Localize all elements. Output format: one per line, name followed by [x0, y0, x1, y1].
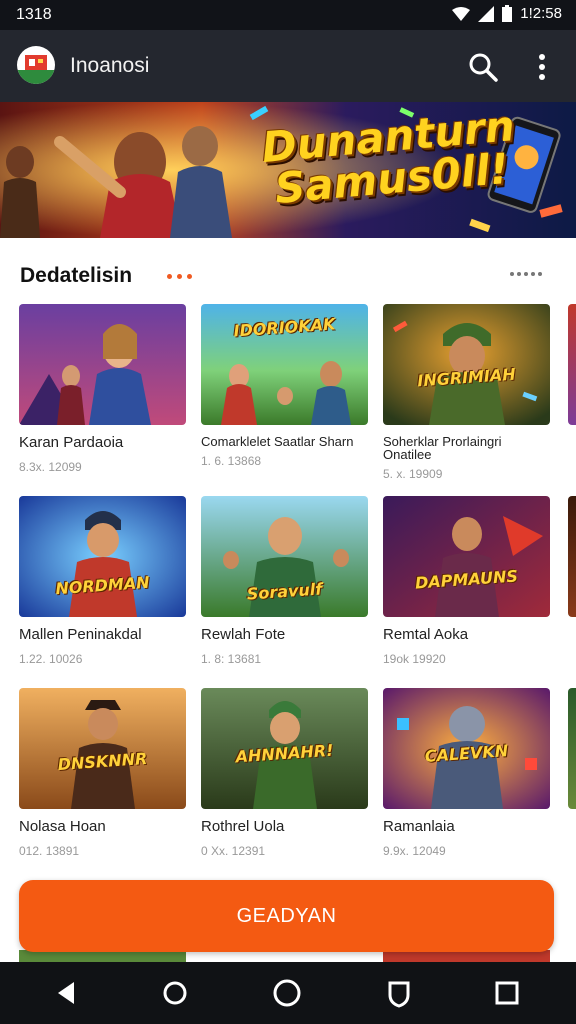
more-vert-icon[interactable] [528, 50, 556, 84]
game-title: Remtal Aoka [383, 626, 469, 643]
game-meta: 0 Xx. 12391 [201, 844, 266, 858]
status-time: 1318 [16, 6, 52, 23]
app-title: Inoanosi [70, 54, 150, 77]
game-thumbnail: Soravulf [201, 496, 368, 617]
wifi-icon [452, 6, 471, 21]
game-card-peek[interactable] [568, 304, 576, 425]
game-card[interactable]: CALEVKN Ramanlaia 9.9x. 12049 [383, 688, 550, 858]
app-bar: Inoanosi [0, 30, 576, 102]
game-card[interactable]: IDORIOKAK Comarklelet Saatlar Sharn 1. 6… [201, 304, 368, 468]
shield-icon[interactable] [382, 976, 416, 1010]
game-meta: 1. 8: 13681 [201, 652, 262, 666]
game-meta: 19ok 19920 [383, 652, 446, 666]
search-icon[interactable] [466, 50, 500, 84]
game-thumbnail: DAPMAUNS [383, 496, 550, 617]
system-nav-bar [0, 962, 576, 1024]
recents-icon[interactable] [490, 976, 524, 1010]
game-title: Soherklar Prorlaingri Onatilee [383, 434, 502, 462]
game-card[interactable]: NORDMAN Mallen Peninakdal 1.22. 10026 [19, 496, 186, 666]
game-thumbnail: CALEVKN [383, 688, 550, 809]
game-thumbnail: NORDMAN [19, 496, 186, 617]
game-thumbnail: AHNNAHR! [201, 688, 368, 809]
game-thumbnail: DNSKNNR [19, 688, 186, 809]
game-meta: 8.3x. 12099 [19, 460, 82, 474]
game-thumbnail: IDORIOKAK [201, 304, 368, 425]
game-title: Comarklelet Saatlar Sharn [201, 434, 354, 449]
app-logo[interactable] [17, 46, 55, 84]
game-title: Ramanlaia [383, 818, 455, 835]
game-meta: 5. x. 19909 [383, 467, 443, 481]
battery-icon [502, 5, 513, 22]
signal-icon [478, 5, 495, 22]
game-title: Nolasa Hoan [19, 818, 106, 835]
back-icon[interactable] [50, 976, 84, 1010]
status-clock-right: 1!2:58 [520, 5, 562, 22]
home-circle-icon[interactable] [158, 976, 192, 1010]
game-card[interactable]: DAPMAUNS Remtal Aoka 19ok 19920 [383, 496, 550, 666]
section-header: Dedatelisin [0, 238, 576, 298]
game-card[interactable]: Soravulf Rewlah Fote 1. 8: 13681 [201, 496, 368, 666]
section-more-icon[interactable] [510, 272, 542, 276]
game-meta: 1. 6. 13868 [201, 454, 262, 468]
game-thumbnail: INGRIMIAH [383, 304, 550, 425]
game-title: Rewlah Fote [201, 626, 286, 643]
game-card[interactable]: Karan Pardaoia 8.3x. 12099 [19, 304, 186, 474]
game-card-peek[interactable] [568, 688, 576, 809]
game-title: Rothrel Uola [201, 818, 285, 835]
promo-banner[interactable]: Dunanturn Samus0ll! [0, 102, 576, 238]
home-icon[interactable] [270, 976, 304, 1010]
section-title: Dedatelisin [20, 264, 133, 287]
game-title: Mallen Peninakdal [19, 626, 142, 643]
game-meta: 012. 13891 [19, 844, 80, 858]
game-card[interactable]: INGRIMIAH Soherklar Prorlaingri Onatilee… [383, 304, 550, 481]
game-thumbnail [19, 304, 186, 425]
primary-cta-button[interactable]: GEADYAN [19, 880, 554, 952]
game-title: Karan Pardaoia [19, 434, 124, 451]
game-card-peek[interactable] [568, 496, 576, 617]
game-meta: 1.22. 10026 [19, 652, 83, 666]
section-indicator-dots [167, 274, 192, 279]
game-card[interactable]: DNSKNNR Nolasa Hoan 012. 13891 [19, 688, 186, 858]
game-meta: 9.9x. 12049 [383, 844, 446, 858]
status-bar: 1318 1!2:58 [0, 0, 576, 30]
game-card[interactable]: AHNNAHR! Rothrel Uola 0 Xx. 12391 [201, 688, 368, 858]
